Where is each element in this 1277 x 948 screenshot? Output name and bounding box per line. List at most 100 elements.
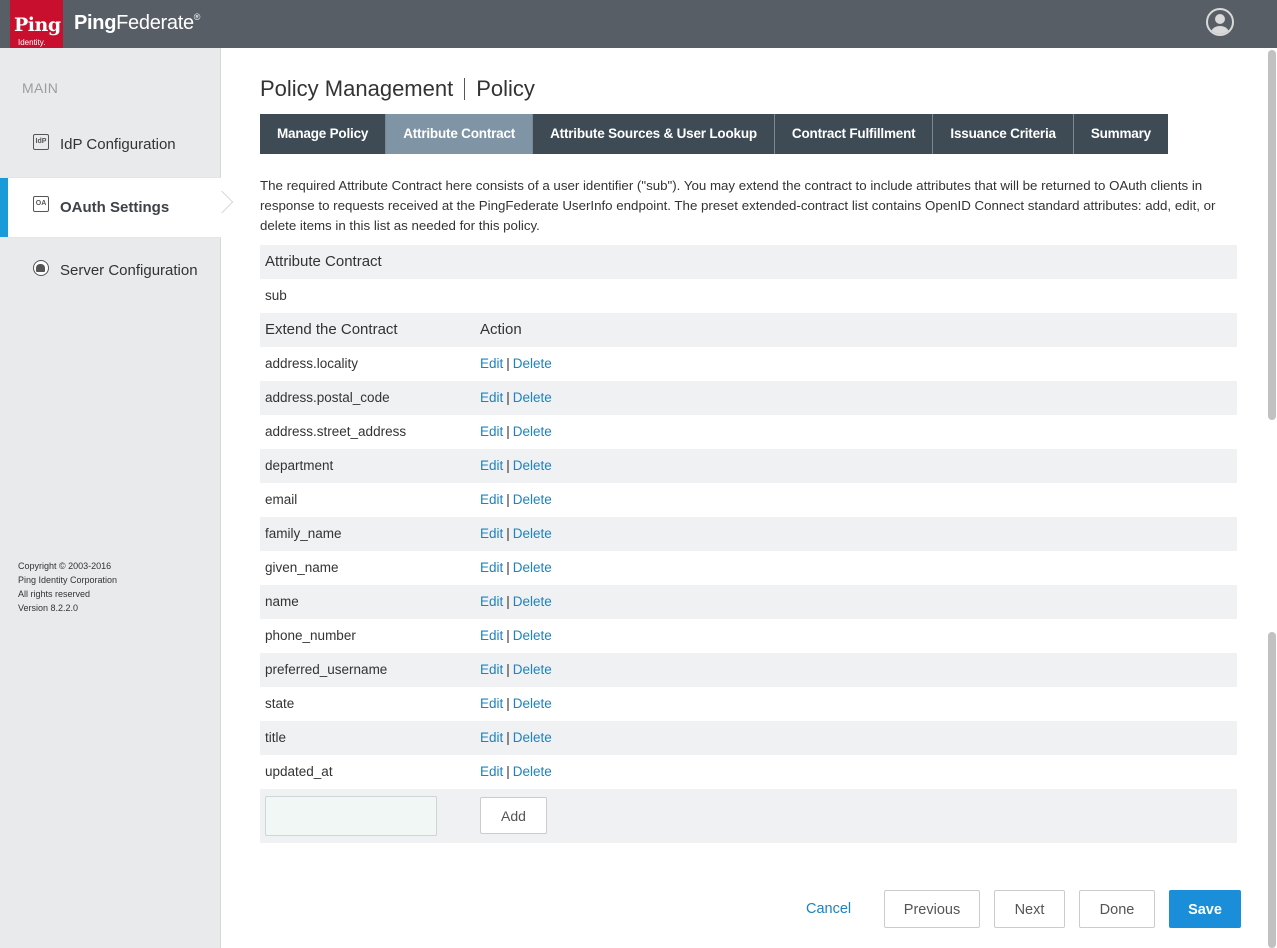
attribute-name: email (265, 492, 298, 507)
edit-link[interactable]: Edit (480, 526, 503, 541)
table-row: updated_at Edit | Delete (260, 755, 1237, 789)
table-row: given_name Edit | Delete (260, 551, 1237, 585)
done-button[interactable]: Done (1079, 890, 1155, 928)
row-actions: Edit | Delete (480, 662, 552, 677)
page-title-main: Policy Management (260, 76, 454, 101)
delete-link[interactable]: Delete (513, 458, 552, 473)
attribute-name: state (265, 696, 295, 711)
edit-link[interactable]: Edit (480, 628, 503, 643)
product-name: PingFederate® (74, 12, 200, 35)
page-title: Policy Management Policy (260, 76, 535, 102)
title-divider (464, 78, 466, 100)
trademark-symbol: ® (193, 12, 201, 22)
sidebar-item-idp-configuration[interactable]: IdP IdP Configuration (0, 114, 221, 174)
attribute-name: family_name (265, 526, 342, 541)
table-row: department Edit | Delete (260, 449, 1237, 483)
action-separator: | (506, 730, 510, 745)
copyright-notice: Copyright © 2003-2016 Ping Identity Corp… (18, 559, 117, 615)
edit-link[interactable]: Edit (480, 424, 503, 439)
extend-contract-header-row: Extend the Contract Action (260, 313, 1237, 347)
cancel-button[interactable]: Cancel (806, 901, 851, 917)
delete-link[interactable]: Delete (513, 764, 552, 779)
tab-manage-policy[interactable]: Manage Policy (260, 114, 387, 154)
delete-link[interactable]: Delete (513, 560, 552, 575)
edit-link[interactable]: Edit (480, 390, 503, 405)
sidebar-item-server-configuration[interactable]: Server Configuration (0, 240, 221, 300)
edit-link[interactable]: Edit (480, 730, 503, 745)
table-row: address.locality Edit | Delete (260, 347, 1237, 381)
edit-link[interactable]: Edit (480, 764, 503, 779)
sidebar-item-label: IdP Configuration (60, 136, 176, 153)
logo-text: Ping (14, 14, 61, 36)
table-row: address.postal_code Edit | Delete (260, 381, 1237, 415)
sidebar-item-label: Server Configuration (60, 262, 198, 279)
sidebar-item-oauth-settings[interactable]: OA OAuth Settings (0, 177, 234, 238)
tab-issuance-criteria[interactable]: Issuance Criteria (933, 114, 1074, 154)
add-attribute-row: Add (260, 789, 1237, 843)
tab-contract-fulfillment[interactable]: Contract Fulfillment (774, 114, 934, 154)
avatar-body (1211, 26, 1229, 34)
tab-summary[interactable]: Summary (1073, 114, 1168, 154)
action-separator: | (506, 696, 510, 711)
extended-attribute-list: address.locality Edit | Delete address.posta… (260, 347, 1237, 789)
attribute-name: phone_number (265, 628, 356, 643)
save-button[interactable]: Save (1169, 890, 1241, 928)
scrollbar-thumb-lower[interactable] (1268, 632, 1276, 948)
action-header: Action (480, 321, 522, 338)
attribute-name: title (265, 730, 287, 745)
edit-link[interactable]: Edit (480, 492, 503, 507)
copyright-line: Ping Identity Corporation (18, 575, 118, 585)
tab-attribute-sources[interactable]: Attribute Sources & User Lookup (533, 114, 775, 154)
action-separator: | (506, 356, 510, 371)
row-actions: Edit | Delete (480, 764, 552, 779)
delete-link[interactable]: Delete (513, 662, 552, 677)
ping-identity-logo[interactable]: Ping Identity. (10, 0, 63, 52)
next-button[interactable]: Next (994, 890, 1065, 928)
row-actions: Edit | Delete (480, 560, 552, 575)
delete-link[interactable]: Delete (513, 594, 552, 609)
table-row: preferred_username Edit | Delete (260, 653, 1237, 687)
add-button[interactable]: Add (480, 797, 547, 834)
logo-subtext: Identity. (18, 38, 46, 47)
delete-link[interactable]: Delete (513, 730, 552, 745)
table-row: family_name Edit | Delete (260, 517, 1237, 551)
row-actions: Edit | Delete (480, 730, 552, 745)
active-indicator (0, 178, 8, 237)
delete-link[interactable]: Delete (513, 390, 552, 405)
edit-link[interactable]: Edit (480, 560, 503, 575)
previous-button[interactable]: Previous (884, 890, 980, 928)
delete-link[interactable]: Delete (513, 526, 552, 541)
extend-contract-header: Extend the Contract (265, 321, 398, 338)
action-separator: | (506, 594, 510, 609)
row-actions: Edit | Delete (480, 696, 552, 711)
edit-link[interactable]: Edit (480, 662, 503, 677)
edit-link[interactable]: Edit (480, 356, 503, 371)
row-actions: Edit | Delete (480, 458, 552, 473)
idp-icon: IdP (33, 134, 49, 150)
attribute-contract-header: Attribute Contract (265, 253, 382, 270)
delete-link[interactable]: Delete (513, 696, 552, 711)
edit-link[interactable]: Edit (480, 696, 503, 711)
server-icon (33, 260, 49, 276)
new-attribute-input[interactable] (265, 796, 437, 836)
product-name-rest: Federate (116, 12, 194, 34)
delete-link[interactable]: Delete (513, 356, 552, 371)
delete-link[interactable]: Delete (513, 628, 552, 643)
edit-link[interactable]: Edit (480, 458, 503, 473)
attribute-name: name (265, 594, 299, 609)
edit-link[interactable]: Edit (480, 594, 503, 609)
row-actions: Edit | Delete (480, 492, 552, 507)
action-separator: | (506, 492, 510, 507)
top-bar: Ping Identity. PingFederate® (0, 0, 1277, 52)
action-separator: | (506, 764, 510, 779)
attribute-contract-header-row: Attribute Contract (260, 245, 1237, 279)
user-avatar-icon[interactable] (1206, 8, 1234, 36)
copyright-line: All rights reserved (18, 589, 91, 599)
delete-link[interactable]: Delete (513, 424, 552, 439)
table-row: email Edit | Delete (260, 483, 1237, 517)
scrollbar-thumb[interactable] (1268, 50, 1276, 420)
sidebar-section-label: MAIN (22, 80, 59, 96)
attribute-contract-table: Attribute Contract sub Extend the Contra… (260, 245, 1237, 843)
tab-attribute-contract[interactable]: Attribute Contract (386, 114, 534, 154)
delete-link[interactable]: Delete (513, 492, 552, 507)
